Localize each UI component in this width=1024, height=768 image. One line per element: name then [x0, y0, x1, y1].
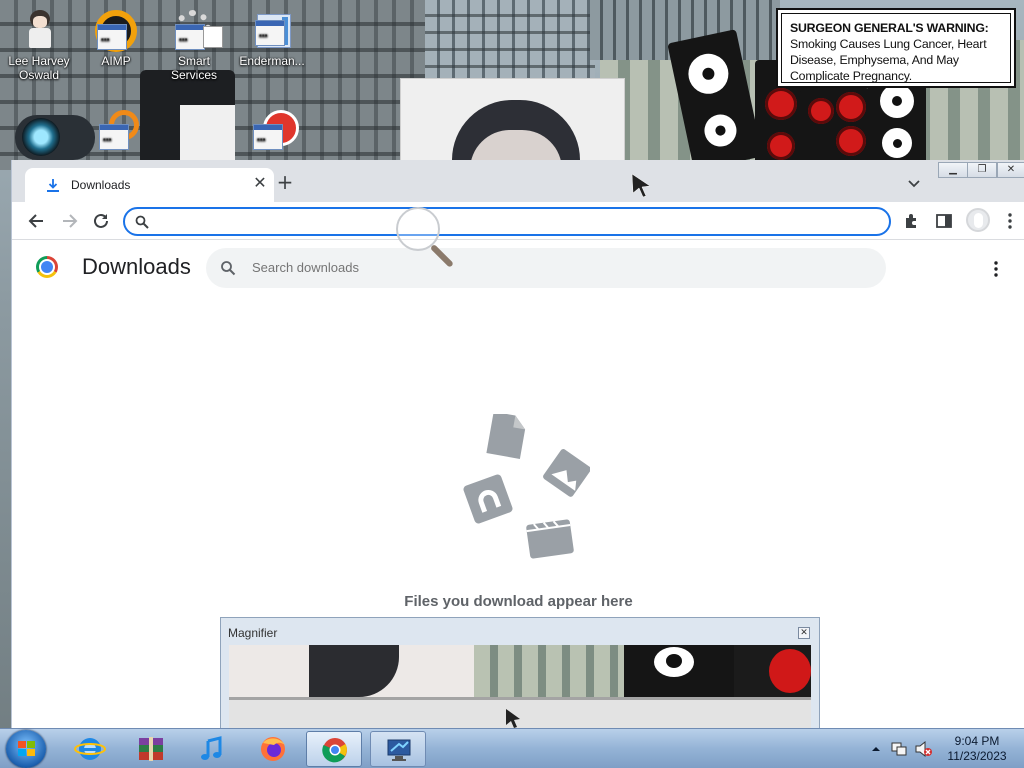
taskbar-chrome[interactable]	[306, 731, 362, 767]
taskbar-remote-desktop[interactable]	[370, 731, 426, 767]
internet-explorer-icon	[74, 738, 106, 760]
page-title: Downloads	[82, 254, 191, 279]
show-hidden-icons-icon[interactable]	[871, 744, 881, 754]
warning-body: Smoking Causes Lung Cancer, Heart Diseas…	[790, 37, 987, 83]
windows-logo-icon	[18, 741, 36, 757]
mouse-cursor-icon	[631, 173, 651, 198]
search-downloads-field[interactable]	[206, 248, 886, 288]
magnified-view	[229, 645, 811, 697]
address-input[interactable]	[157, 212, 857, 232]
downloads-more-icon[interactable]	[991, 260, 1001, 278]
search-icon	[221, 261, 236, 276]
profile-avatar[interactable]	[966, 208, 990, 232]
taskbar-winrar[interactable]	[123, 731, 179, 767]
search-icon	[135, 215, 149, 229]
download-icon	[47, 179, 59, 192]
warning-heading: SURGEON GENERAL'S WARNING:	[790, 21, 989, 35]
volume-muted-icon[interactable]	[914, 740, 932, 758]
network-icon[interactable]	[890, 740, 908, 758]
app-window-icon	[251, 10, 293, 52]
desktop-icon-label: Smart Services	[170, 54, 217, 82]
more-menu-icon[interactable]	[1000, 211, 1020, 231]
itunes-icon	[201, 736, 222, 760]
tab-strip: Downloads ✕ + ▁ ❐ ✕	[12, 160, 1024, 202]
gear-app-icon	[173, 10, 223, 52]
magnifier-close-icon[interactable]: ✕	[798, 627, 810, 639]
surgeon-general-warning: SURGEON GENERAL'S WARNING: Smoking Cause…	[776, 8, 1016, 88]
start-button[interactable]	[6, 730, 46, 768]
taskbar: 9:04 PM 11/23/2023	[0, 728, 1024, 768]
aimp-icon	[95, 10, 137, 52]
extensions-puzzle-icon[interactable]	[902, 211, 922, 231]
desktop-icon-lee-harvey-oswald[interactable]: Lee Harvey Oswald	[3, 10, 75, 82]
remote-desktop-icon	[387, 739, 411, 761]
tab-close-icon[interactable]: ✕	[251, 174, 269, 192]
minimize-button[interactable]: ▁	[938, 162, 968, 178]
desktop-icon-smart-services[interactable]: Smart Services	[158, 10, 230, 82]
winrar-icon	[139, 737, 163, 761]
tab-search-chevron-icon[interactable]	[906, 175, 922, 191]
app-shortcut-icon	[251, 110, 299, 152]
address-bar[interactable]	[123, 207, 891, 236]
empty-downloads-illustration	[463, 414, 590, 559]
desktop-icon-partial[interactable]	[236, 110, 308, 154]
tab-downloads[interactable]: Downloads ✕	[25, 168, 274, 202]
back-arrow-icon[interactable]	[26, 210, 48, 232]
taskbar-itunes[interactable]	[184, 731, 240, 767]
new-tab-button[interactable]: +	[275, 172, 295, 193]
desktop-icon-label: Enderman...	[239, 54, 305, 68]
app-shortcut-icon	[97, 110, 139, 152]
magnifier-lens	[396, 207, 440, 251]
close-window-button[interactable]: ✕	[997, 162, 1024, 178]
taskbar-firefox[interactable]	[245, 731, 301, 767]
browser-toolbar	[12, 202, 1024, 240]
firefox-icon	[261, 737, 285, 761]
magnifier-window[interactable]: Magnifier ✕	[220, 617, 820, 729]
background-figure	[140, 70, 235, 165]
desktop-icon-partial[interactable]	[82, 110, 154, 154]
desktop-icon-label: Lee Harvey Oswald	[8, 54, 70, 82]
desktop-icon-enderman[interactable]: Enderman...	[236, 10, 308, 68]
user-avatar-icon	[18, 10, 60, 52]
forward-arrow-icon[interactable]	[58, 210, 80, 232]
chrome-logo-icon	[36, 256, 58, 278]
chrome-icon	[322, 738, 347, 763]
desktop-icon-aimp[interactable]: AIMP	[80, 10, 152, 68]
clock-date: 11/23/2023	[947, 749, 1007, 763]
background-building	[425, 0, 595, 90]
taskbar-clock[interactable]: 9:04 PM 11/23/2023	[938, 734, 1016, 764]
tab-title: Downloads	[71, 178, 131, 192]
desktop-icon-label: AIMP	[101, 54, 131, 68]
mouse-cursor-icon	[506, 709, 520, 728]
side-panel-icon[interactable]	[934, 211, 954, 231]
empty-state-message: Files you download appear here	[404, 593, 633, 610]
background-figure	[22, 118, 60, 156]
background-speaker	[800, 88, 870, 168]
clock-time: 9:04 PM	[954, 734, 1000, 748]
taskbar-internet-explorer[interactable]	[62, 731, 118, 767]
restore-button[interactable]: ❐	[967, 162, 997, 178]
reload-icon[interactable]	[90, 210, 112, 232]
search-downloads-input[interactable]	[252, 260, 852, 275]
magnifier-title: Magnifier	[228, 626, 278, 640]
magnifier-lower-pane	[229, 697, 811, 729]
